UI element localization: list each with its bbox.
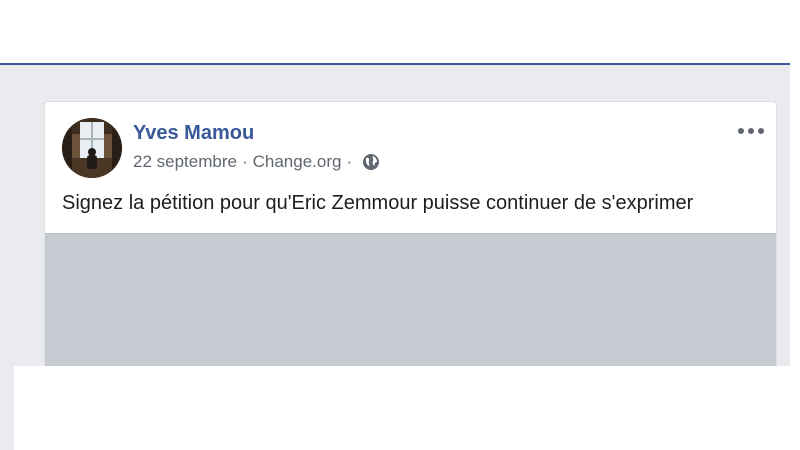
post-date-link[interactable]: 22 septembre <box>133 152 237 172</box>
overlay-panel <box>14 366 790 450</box>
scrollbar-track[interactable] <box>790 0 800 450</box>
author-name-link[interactable]: Yves Mamou <box>133 122 254 145</box>
globe-icon <box>362 153 380 171</box>
page-header-area <box>0 0 790 63</box>
meta-separator: · <box>346 152 353 171</box>
more-options-icon <box>758 128 764 134</box>
more-options-icon <box>748 128 754 134</box>
meta-separator: · <box>241 152 248 171</box>
more-options-icon <box>738 128 744 134</box>
author-avatar[interactable] <box>62 118 122 178</box>
post-meta: 22 septembre · Change.org · <box>133 152 380 172</box>
post-source-link[interactable]: Change.org <box>253 152 342 172</box>
more-options-button[interactable] <box>738 124 764 138</box>
post-message: Signez la pétition pour qu'Eric Zemmour … <box>62 192 694 214</box>
